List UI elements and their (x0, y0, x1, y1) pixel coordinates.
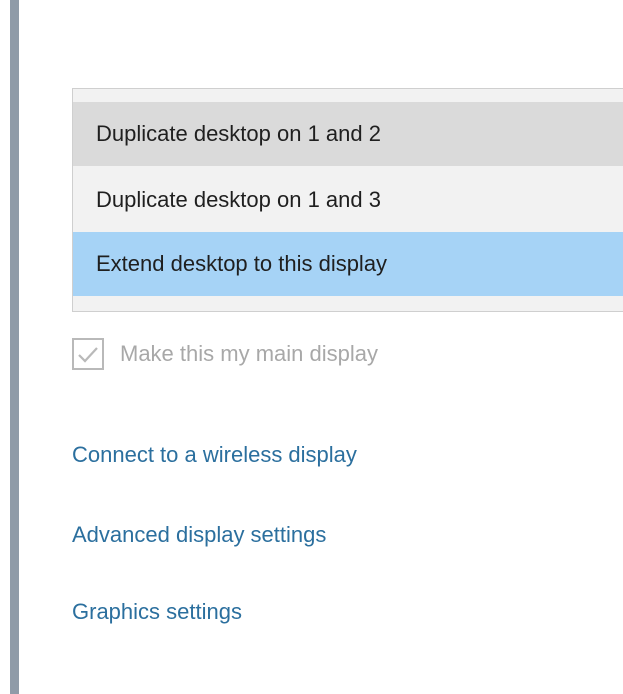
option-extend-desktop[interactable]: Extend desktop to this display (73, 232, 623, 296)
connect-wireless-display-link[interactable]: Connect to a wireless display (72, 442, 357, 468)
option-label: Extend desktop to this display (96, 251, 388, 276)
main-display-checkbox-row: Make this my main display (72, 334, 378, 374)
option-label: Duplicate desktop on 1 and 3 (96, 187, 381, 212)
projection-dropdown-list[interactable]: Duplicate desktop on 1 and 2 Duplicate d… (72, 88, 623, 312)
option-duplicate-1-2[interactable]: Duplicate desktop on 1 and 2 (73, 102, 623, 166)
checkmark-icon (78, 347, 98, 363)
main-display-label: Make this my main display (120, 341, 378, 366)
option-duplicate-1-3[interactable]: Duplicate desktop on 1 and 3 (73, 168, 623, 232)
main-display-checkbox[interactable] (72, 338, 104, 370)
advanced-display-settings-link[interactable]: Advanced display settings (72, 522, 326, 548)
graphics-settings-link[interactable]: Graphics settings (72, 599, 242, 625)
option-label: Duplicate desktop on 1 and 2 (96, 121, 381, 146)
left-edge-rail (10, 0, 19, 694)
